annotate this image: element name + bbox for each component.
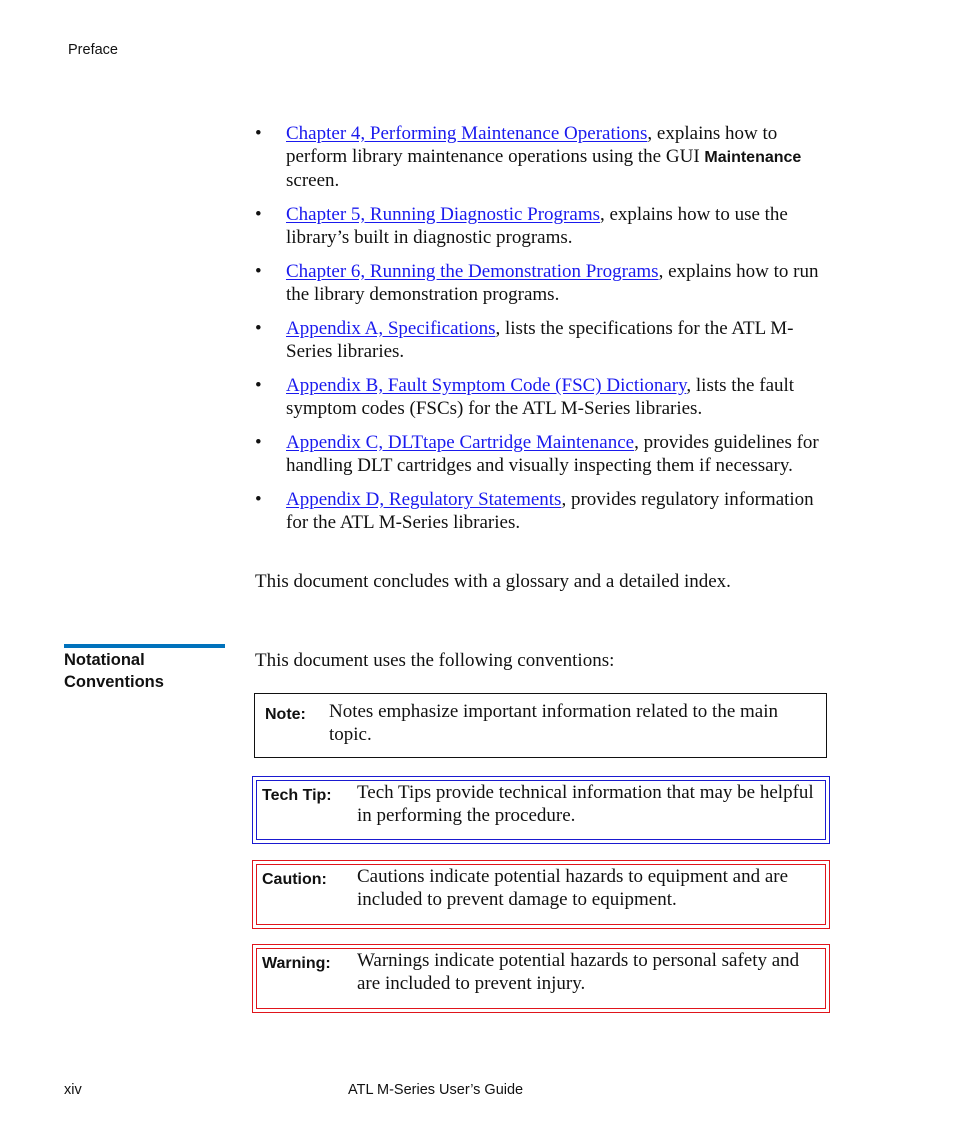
list-item: • Appendix C, DLTtape Cartridge Maintena… <box>255 431 830 477</box>
link-appendix-b[interactable]: Appendix B, Fault Symptom Code (FSC) Dic… <box>286 375 686 396</box>
link-appendix-a[interactable]: Appendix A, Specifications <box>286 318 496 339</box>
warning-box: Warning: Warnings indicate potential haz… <box>252 944 830 1013</box>
link-appendix-c[interactable]: Appendix C, DLTtape Cartridge Maintenanc… <box>286 432 634 453</box>
link-chapter-4[interactable]: Chapter 4, Performing Maintenance Operat… <box>286 123 647 144</box>
bullet-glyph: • <box>255 318 262 339</box>
list-item: • Appendix D, Regulatory Statements, pro… <box>255 488 830 534</box>
note-box: Note: Notes emphasize important informat… <box>254 693 827 758</box>
tech-tip-box: Tech Tip: Tech Tips provide technical in… <box>252 776 830 844</box>
bullet-glyph: • <box>255 261 262 282</box>
bullet-glyph: • <box>255 204 262 225</box>
link-appendix-d[interactable]: Appendix D, Regulatory Statements <box>286 489 561 510</box>
section-heading-line: Notational <box>64 651 145 669</box>
link-chapter-5[interactable]: Chapter 5, Running Diagnostic Programs <box>286 204 600 225</box>
list-item: • Appendix A, Specifications, lists the … <box>255 317 830 363</box>
caution-label: Caution: <box>262 871 327 888</box>
bullet-glyph: • <box>255 123 262 144</box>
tech-tip-text: Tech Tips provide technical information … <box>357 782 814 826</box>
caution-text: Cautions indicate potential hazards to e… <box>357 866 789 910</box>
section-heading-line: Conventions <box>64 673 164 691</box>
link-chapter-6[interactable]: Chapter 6, Running the Demonstration Pro… <box>286 261 659 282</box>
section-heading: Notational Conventions <box>64 649 164 693</box>
list-item: • Chapter 4, Performing Maintenance Oper… <box>255 122 830 192</box>
bullet-glyph: • <box>255 432 262 453</box>
note-text: Notes emphasize important information re… <box>329 701 779 745</box>
running-head: Preface <box>68 42 118 58</box>
warning-text: Warnings indicate potential hazards to p… <box>357 950 800 994</box>
caution-box: Caution: Cautions indicate potential haz… <box>252 860 830 929</box>
list-item: • Appendix B, Fault Symptom Code (FSC) D… <box>255 374 830 420</box>
conclusion-paragraph: This document concludes with a glossary … <box>255 571 731 592</box>
ui-term-maintenance: Maintenance <box>704 149 802 166</box>
section-intro: This document uses the following convent… <box>255 650 615 671</box>
bullet-glyph: • <box>255 489 262 510</box>
list-item: • Chapter 5, Running Diagnostic Programs… <box>255 203 830 249</box>
footer-doc-title: ATL M-Series User’s Guide <box>348 1082 524 1098</box>
page-number: xiv <box>64 1082 82 1098</box>
item-text: screen. <box>286 170 340 191</box>
list-item: • Chapter 6, Running the Demonstration P… <box>255 260 830 306</box>
tech-tip-label: Tech Tip: <box>262 787 332 804</box>
bullet-glyph: • <box>255 375 262 396</box>
chapter-list: • Chapter 4, Performing Maintenance Oper… <box>255 122 830 545</box>
note-label: Note: <box>265 706 306 723</box>
section-rule <box>64 644 225 648</box>
warning-label: Warning: <box>262 955 331 972</box>
